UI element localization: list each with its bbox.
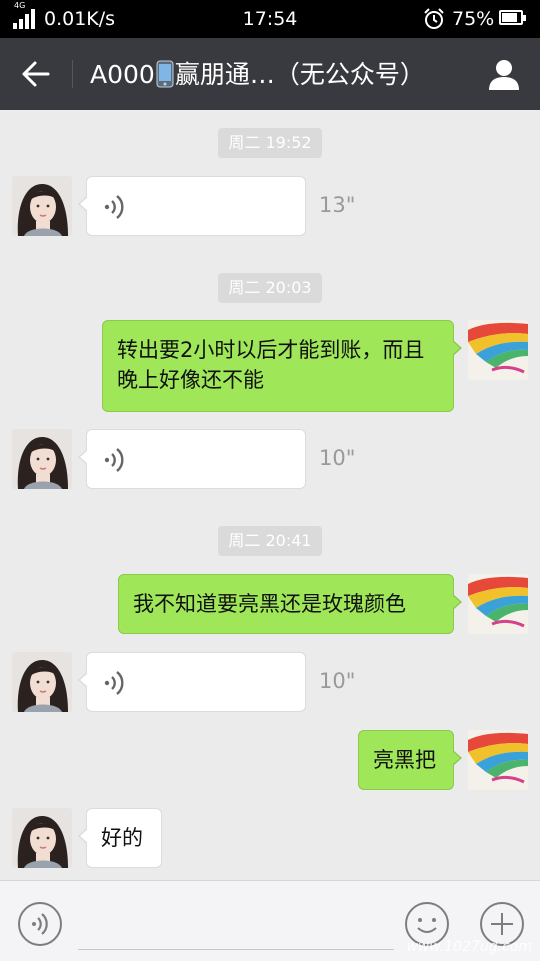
message-timestamp: 周二 20:03 <box>0 273 540 303</box>
message-text: 好的 <box>101 826 143 850</box>
message-text: 我不知道要亮黑还是玫瑰颜色 <box>133 592 406 616</box>
my-avatar[interactable] <box>468 730 528 790</box>
chat-title-suffix: 赢朋通…（无公众号） <box>174 60 425 89</box>
chat-header: A000 赢朋通…（无公众号） <box>0 38 540 110</box>
message-input[interactable] <box>78 899 394 950</box>
voice-wave-icon <box>104 195 124 219</box>
message-timestamp: 周二 20:41 <box>0 526 540 556</box>
sent-text-bubble[interactable]: 亮黑把 <box>358 730 462 790</box>
sent-text-bubble[interactable]: 转出要2小时以后才能到账，而且晚上好像还不能 <box>102 320 462 412</box>
person-icon[interactable] <box>486 56 522 92</box>
timestamp-label: 周二 20:03 <box>218 273 322 303</box>
voice-message-bubble[interactable] <box>78 429 306 489</box>
my-avatar[interactable] <box>468 574 528 634</box>
timestamp-label: 周二 20:41 <box>218 526 322 556</box>
contact-avatar[interactable] <box>12 808 72 868</box>
message-text: 亮黑把 <box>373 748 436 772</box>
timestamp-label: 周二 19:52 <box>218 128 322 158</box>
voice-wave-icon <box>104 448 124 472</box>
voice-message-bubble[interactable] <box>78 176 306 236</box>
back-arrow-icon[interactable] <box>14 54 58 94</box>
contact-avatar[interactable] <box>12 429 72 489</box>
my-avatar[interactable] <box>468 320 528 380</box>
battery-percent: 75% <box>452 8 495 30</box>
header-divider <box>72 60 73 88</box>
status-bar: 4G 0.01K/s 17:54 75% <box>0 0 540 38</box>
received-text-bubble[interactable]: 好的 <box>78 808 162 868</box>
voice-message-bubble[interactable] <box>78 652 306 712</box>
contact-avatar[interactable] <box>12 176 72 236</box>
mobile-phone-emoji-icon <box>156 60 174 88</box>
message-text: 转出要2小时以后才能到账，而且晚上好像还不能 <box>117 338 425 392</box>
input-bar: www.1027ug.com <box>0 880 540 961</box>
voice-toggle-icon[interactable] <box>17 901 63 947</box>
watermark: www.1027ug.com <box>406 939 532 955</box>
message-timestamp: 周二 19:52 <box>0 128 540 158</box>
sent-text-bubble[interactable]: 我不知道要亮黑还是玫瑰颜色 <box>118 574 462 634</box>
contact-avatar[interactable] <box>12 652 72 712</box>
voice-duration: 10" <box>319 446 356 470</box>
voice-wave-icon <box>104 671 124 695</box>
voice-duration: 10" <box>319 669 356 693</box>
alarm-icon <box>424 8 444 29</box>
battery-icon <box>499 10 526 25</box>
chat-title-prefix: A000 <box>90 60 155 89</box>
voice-duration: 13" <box>319 193 356 217</box>
chat-title: A000 赢朋通…（无公众号） <box>90 58 462 92</box>
